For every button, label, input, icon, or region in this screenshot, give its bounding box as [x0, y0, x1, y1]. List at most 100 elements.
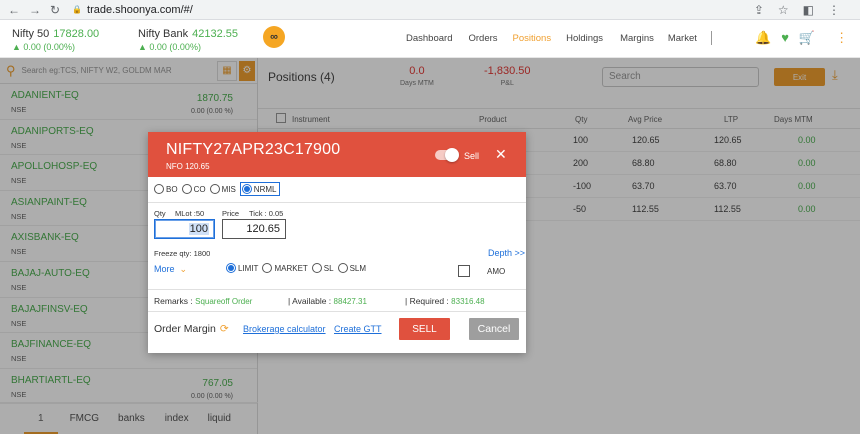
product-nrml-radio[interactable]: NRML	[239, 182, 281, 196]
browser-actions: ⇪ ☆ ◧ ⋮	[754, 3, 840, 17]
radio-label: BO	[166, 184, 178, 194]
radio-label: SLM	[349, 263, 367, 273]
app-logo[interactable]: ∞	[263, 26, 285, 48]
index-change: ▲ 0.00 (0.00%)	[138, 42, 201, 52]
radio-label: NRML	[253, 184, 277, 194]
depth-link[interactable]: Depth >>	[488, 248, 525, 258]
remarks-label: Remarks :	[154, 296, 193, 306]
bell-icon[interactable]: 🔔	[755, 30, 771, 46]
product-co-radio[interactable]: CO	[181, 184, 206, 194]
nav-orders[interactable]: Orders	[468, 33, 497, 44]
url-text[interactable]: trade.shoonya.com/#/	[87, 4, 193, 16]
more-toggle[interactable]: More ⌄	[154, 264, 187, 275]
more-label: More	[154, 264, 175, 274]
nav-positions[interactable]: Positions	[513, 33, 552, 44]
lock-icon: 🔒	[72, 5, 83, 14]
create-gtt-link[interactable]: Create GTT	[334, 324, 382, 334]
tick-label: Tick : 0.05	[249, 209, 284, 218]
nav-dashboard[interactable]: Dashboard	[406, 33, 452, 44]
mlot-label: MLot :50	[175, 209, 205, 218]
refresh-icon[interactable]: ⟳	[220, 323, 229, 335]
price-label: Price	[222, 209, 240, 218]
remarks-value: Squareoff Order	[195, 297, 253, 306]
nav-holdings[interactable]: Holdings	[566, 33, 603, 44]
radio-circle	[311, 263, 322, 273]
radio-label: MIS	[221, 184, 236, 194]
divider	[148, 311, 526, 312]
index-niftybank[interactable]: Nifty Bank 42132.55 ▲ 0.00 (0.00%)	[138, 28, 238, 52]
order-type-group: LIMIT MARKET SL SLM	[226, 263, 370, 273]
available-value: 88427.31	[333, 297, 367, 306]
browser-menu-icon[interactable]: ⋮	[828, 3, 840, 17]
price-input[interactable]: 120.65	[222, 219, 286, 239]
order-subtitle: NFO 120.65	[166, 162, 210, 171]
radio-label: LIMIT	[238, 263, 259, 273]
product-mis-radio[interactable]: MIS	[209, 184, 236, 194]
qty-input[interactable]: 100	[154, 219, 215, 239]
available-margin: | Available : 88427.31	[288, 296, 367, 306]
reload-icon[interactable]: ↻	[50, 3, 60, 17]
cart-icon[interactable]: 🛒	[799, 30, 815, 46]
product-bo-radio[interactable]: BO	[154, 184, 178, 194]
amo-label: AMO	[487, 267, 506, 276]
radio-circle-selected	[241, 184, 252, 194]
nav-market[interactable]: Market	[668, 33, 697, 44]
amo-checkbox[interactable]	[458, 265, 470, 277]
order-market-radio[interactable]: MARKET	[262, 263, 308, 273]
product-type-group: BO CO MIS NRML	[154, 182, 284, 196]
address-bar[interactable]: 🔒 trade.shoonya.com/#/	[72, 4, 193, 16]
index-value: 17828.00	[53, 28, 100, 40]
radio-circle	[262, 263, 273, 273]
order-window: NIFTY27APR23C17900 NFO 120.65 Sell ✕ BO …	[148, 132, 526, 353]
order-window-header: NIFTY27APR23C17900 NFO 120.65 Sell ✕	[148, 132, 526, 177]
required-margin: | Required : 83316.48	[405, 296, 485, 306]
index-nifty50[interactable]: Nifty 50 17828.00 ▲ 0.00 (0.00%)	[12, 28, 99, 52]
required-value: 83316.48	[451, 297, 485, 306]
side-label: Sell	[464, 151, 480, 161]
brokerage-calculator-link[interactable]: Brokerage calculator	[243, 324, 326, 334]
remarks: Remarks : Squareoff Order	[154, 296, 252, 306]
order-slm-radio[interactable]: SLM	[337, 263, 367, 273]
more-icon[interactable]: ⋮	[835, 30, 848, 46]
back-icon[interactable]: ←	[8, 3, 20, 17]
sell-button[interactable]: SELL	[399, 318, 450, 340]
radio-label: CO	[193, 184, 206, 194]
order-symbol: NIFTY27APR23C17900	[166, 141, 341, 158]
radio-circle	[337, 263, 348, 273]
main-nav: Dashboard Orders Positions Holdings Marg…	[406, 33, 697, 44]
forward-icon[interactable]: →	[29, 3, 41, 17]
index-change: ▲ 0.00 (0.00%)	[12, 42, 75, 52]
index-name: Nifty Bank	[138, 28, 189, 40]
tab-icon[interactable]: ◧	[803, 3, 814, 17]
app-header: Nifty 50 17828.00 ▲ 0.00 (0.00%) Nifty Ba…	[0, 20, 860, 58]
order-sl-radio[interactable]: SL	[311, 263, 334, 273]
radio-label: MARKET	[274, 263, 308, 273]
nav-divider	[711, 31, 712, 45]
radio-circle	[209, 184, 220, 194]
browser-toolbar: ← → ↻ 🔒 trade.shoonya.com/#/ ⇪ ☆ ◧ ⋮	[0, 0, 860, 20]
divider	[148, 202, 526, 203]
index-value: 42132.55	[192, 28, 239, 40]
nav-margins[interactable]: Margins	[620, 33, 654, 44]
available-label: | Available :	[288, 296, 332, 306]
radio-circle	[181, 184, 192, 194]
header-icons: 🔔 ♥ 🛒 ⋮	[755, 30, 848, 46]
freeze-qty: Freeze qty: 1800	[154, 249, 211, 258]
browser-nav: ← → ↻	[8, 3, 60, 17]
order-margin-label: Order Margin	[154, 323, 216, 335]
radio-circle-selected	[226, 263, 236, 273]
qty-label: Qty	[154, 209, 166, 218]
qty-value: 100	[188, 223, 209, 235]
divider	[148, 289, 526, 290]
cancel-button[interactable]: Cancel	[469, 318, 519, 340]
order-margin: Order Margin ⟳	[154, 323, 229, 335]
close-icon[interactable]: ✕	[495, 146, 507, 163]
share-icon[interactable]: ⇪	[754, 3, 764, 17]
buy-sell-toggle[interactable]	[435, 148, 459, 162]
order-limit-radio[interactable]: LIMIT	[226, 263, 258, 273]
star-icon[interactable]: ☆	[778, 3, 789, 17]
index-name: Nifty 50	[12, 28, 50, 40]
required-label: | Required :	[405, 296, 449, 306]
chevron-down-icon: ⌄	[179, 264, 188, 274]
heart-icon[interactable]: ♥	[781, 30, 789, 46]
